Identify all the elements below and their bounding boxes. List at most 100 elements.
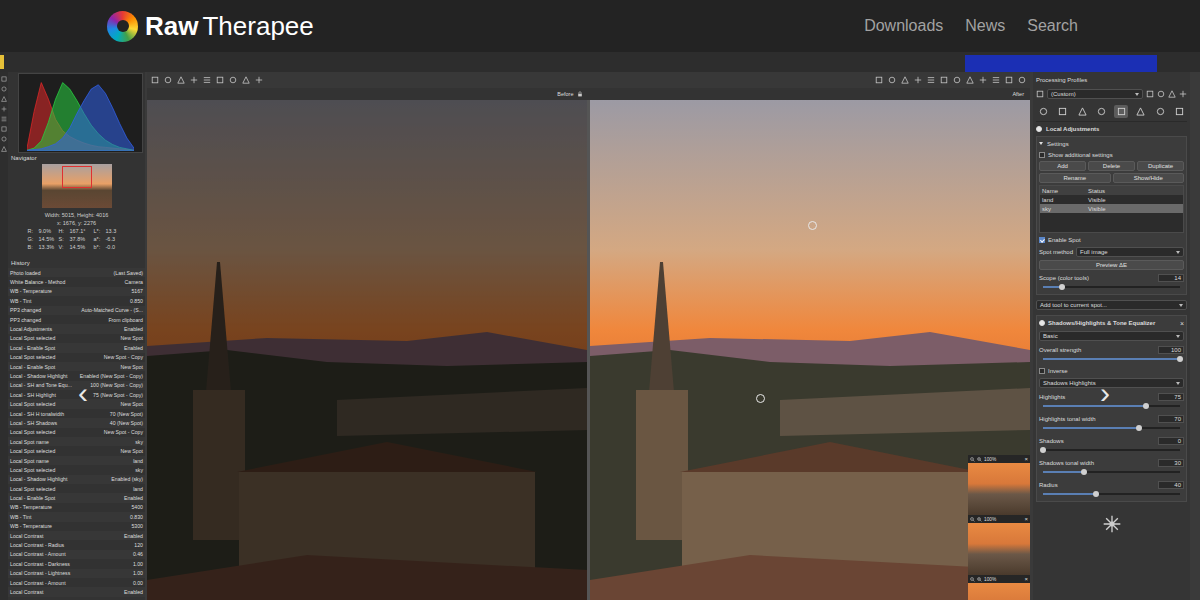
spot-button[interactable]: Duplicate (1137, 161, 1184, 171)
slider-track[interactable] (1043, 427, 1180, 429)
history-row[interactable]: Local Contrast - Radius120 (8, 540, 145, 549)
copy-icon[interactable] (1168, 90, 1176, 98)
history-row[interactable]: WB - Tint0.830 (8, 512, 145, 521)
tool-header[interactable]: Shadows/Highlights & Tone Equalizer× (1039, 318, 1184, 328)
focus-mask-icon[interactable] (875, 76, 883, 84)
spot-button[interactable]: Show/Hide (1113, 173, 1185, 183)
straighten-icon[interactable] (242, 76, 250, 84)
spot-button[interactable]: Delete (1088, 161, 1135, 171)
fullscreen-icon[interactable] (1005, 76, 1013, 84)
history-row[interactable]: Local - SH Shadows40 (New Spot) (8, 418, 145, 427)
history-row[interactable]: Local AdjustmentsEnabled (8, 324, 145, 333)
tool-combo[interactable]: Basic (1039, 331, 1184, 341)
value-box[interactable]: 30 (1158, 459, 1184, 467)
tool-checkbox[interactable]: Inverse (1039, 366, 1184, 375)
export-icon[interactable] (1, 116, 7, 122)
history-row[interactable]: Local Spot selectedNew Spot - Copy (8, 353, 145, 362)
spot-method-combo[interactable]: Full image (1076, 247, 1184, 257)
enable-spot-checkbox[interactable]: Enable Spot (1039, 235, 1184, 244)
close-preview[interactable]: × (1024, 516, 1028, 522)
history-row[interactable]: Local - SH Highlight75 (New Spot - Copy) (8, 390, 145, 399)
tool-tab[interactable] (1153, 105, 1167, 118)
preview-button[interactable]: Preview ΔE (1039, 260, 1184, 270)
settings-icon[interactable] (1, 126, 7, 132)
history-row[interactable]: WB - Tint0.850 (8, 296, 145, 305)
zoom-in-icon[interactable] (977, 517, 982, 522)
tool-tab[interactable] (1134, 105, 1148, 118)
spot-marker[interactable] (756, 394, 765, 403)
nav-link[interactable]: Search (1027, 17, 1078, 35)
history-row[interactable]: WB - Temperature5167 (8, 287, 145, 296)
gamut-icon[interactable] (953, 76, 961, 84)
zoom-in-icon[interactable] (977, 457, 982, 462)
settings-header[interactable]: Settings (1039, 139, 1184, 148)
history-row[interactable]: Local Contrast - Lightness1.00 (8, 569, 145, 578)
carousel-next[interactable]: › (1100, 378, 1110, 408)
queue-icon[interactable] (1, 86, 7, 92)
value-box[interactable]: 0 (1158, 437, 1184, 445)
logo[interactable]: RawTherapee (107, 11, 314, 42)
zoom-out-icon[interactable] (970, 577, 975, 582)
history-row[interactable]: Local - Enable SpotEnabled (8, 493, 145, 502)
warning-icon[interactable] (255, 76, 263, 84)
clip-shadow-icon[interactable] (979, 76, 987, 84)
history-row[interactable]: Local - SH H tonalwidth70 (New Spot) (8, 409, 145, 418)
editor-icon[interactable] (1, 96, 7, 102)
local-adjustments-header[interactable]: Local Adjustments (1036, 124, 1187, 134)
history-row[interactable]: Photo loaded(Last Saved) (8, 268, 145, 277)
history-row[interactable]: White Balance - MethodCamera (8, 277, 145, 286)
clip-highlight-icon[interactable] (992, 76, 1000, 84)
history-row[interactable]: Local Contrast - Darkness1.00 (8, 559, 145, 568)
history-row[interactable]: WB - Temperature5300 (8, 522, 145, 531)
carousel-prev[interactable]: ‹ (78, 378, 88, 408)
value-box[interactable]: 70 (1158, 415, 1184, 423)
spot-row[interactable]: skyVisible (1040, 204, 1183, 213)
expander-icon[interactable] (1039, 142, 1043, 145)
before-after-icon[interactable] (177, 76, 185, 84)
value-box[interactable]: 100 (1158, 346, 1184, 354)
history-row[interactable]: Local - Enable SpotNew Spot (8, 362, 145, 371)
navigator-frame[interactable] (62, 166, 92, 188)
tool-toggle-icon[interactable] (1039, 320, 1045, 326)
channel-blue-icon[interactable] (914, 76, 922, 84)
paste-icon[interactable] (1179, 90, 1187, 98)
preferences-icon[interactable] (1, 146, 7, 152)
tool-tab[interactable] (1056, 105, 1070, 118)
remove-tool[interactable]: × (1180, 320, 1184, 327)
after-photo[interactable]: 100%×100%×100%× (590, 100, 1030, 600)
channel-red-icon[interactable] (888, 76, 896, 84)
crop-icon[interactable] (229, 76, 237, 84)
save-icon[interactable] (1157, 90, 1165, 98)
history-row[interactable]: PP3 changedAuto-Matched Curve - (S... (8, 306, 145, 315)
spot-marker[interactable] (808, 221, 817, 230)
history-row[interactable]: Local Spot selectedNew Spot (8, 446, 145, 455)
value-box[interactable]: 75 (1158, 393, 1184, 401)
slider-track[interactable] (1043, 471, 1180, 473)
history-row[interactable]: Local - Enable SpotEnabled (8, 343, 145, 352)
spot-button[interactable]: Rename (1039, 173, 1111, 183)
spot-button[interactable]: Add (1039, 161, 1086, 171)
history-row[interactable]: Local Spot selectedNew Spot (8, 334, 145, 343)
tool-tab[interactable] (1036, 105, 1050, 118)
tool-tab[interactable] (1095, 105, 1109, 118)
wb-icon[interactable] (216, 76, 224, 84)
value-box[interactable]: 40 (1158, 481, 1184, 489)
file-browser-icon[interactable] (1, 76, 7, 82)
history-row[interactable]: Local Spot selectedsky (8, 465, 145, 474)
softproof-icon[interactable] (966, 76, 974, 84)
slider-track[interactable] (1043, 449, 1180, 451)
tool-tab[interactable] (1173, 105, 1187, 118)
show-additional-checkbox[interactable]: Show additional settings (1039, 150, 1184, 159)
slider-track[interactable] (1043, 358, 1180, 360)
history-row[interactable]: Local - Shadow HighlightEnabled (New Spo… (8, 371, 145, 380)
folder-icon[interactable] (1, 106, 7, 112)
hide-panel-icon[interactable] (151, 76, 159, 84)
column-header[interactable]: Status (1088, 188, 1181, 194)
tool-tab[interactable] (1075, 105, 1089, 118)
close-preview[interactable]: × (1024, 576, 1028, 582)
history-row[interactable]: PP3 changedFrom clipboard (8, 315, 145, 324)
history-row[interactable]: Local - Shadow HighlightEnabled (sky) (8, 475, 145, 484)
nav-link[interactable]: News (965, 17, 1005, 35)
picker-icon[interactable] (203, 76, 211, 84)
nav-link[interactable]: Downloads (864, 17, 943, 35)
